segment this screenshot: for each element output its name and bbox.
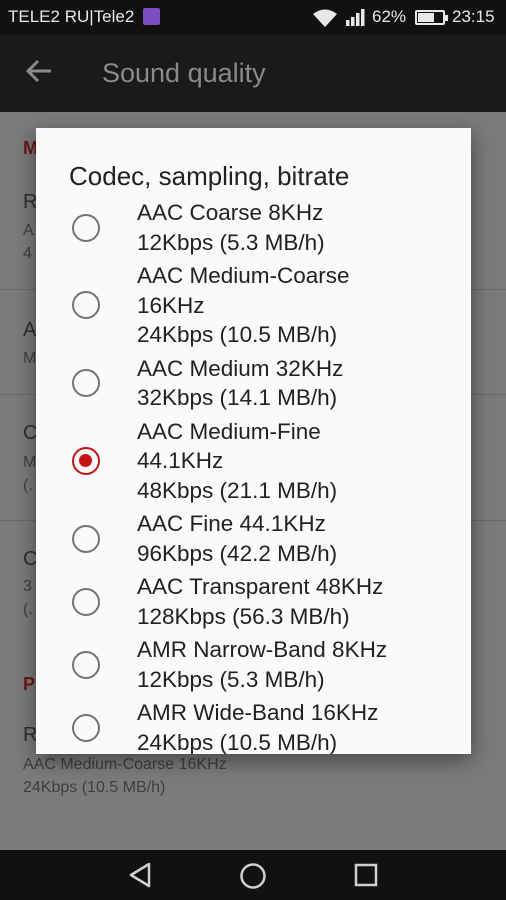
option-label: AAC Medium 32KHz 32Kbps (14.1 MB/h): [137, 355, 344, 411]
radio-option[interactable]: AAC Coarse 8KHz 12Kbps (5.3 MB/h): [36, 196, 471, 259]
radio-option[interactable]: AMR Wide-Band 16KHz 24Kbps (10.5 MB/h): [36, 696, 471, 754]
app-bar: Sound quality: [0, 34, 506, 112]
option-list[interactable]: AAC Coarse 8KHz 12Kbps (5.3 MB/h) AAC Med…: [36, 196, 471, 754]
pref-summary: 4: [23, 245, 32, 262]
radio-option[interactable]: AAC Medium 32KHz 32Kbps (14.1 MB/h): [36, 352, 471, 415]
radio-unchecked-icon[interactable]: [72, 291, 100, 320]
option-label: AAC Fine 44.1KHz 96Kbps (42.2 MB/h): [137, 511, 338, 566]
radio-option[interactable]: AAC Transparent 48KHz 128Kbps (56.3 MB/h…: [36, 570, 471, 633]
dialog-title: Codec, sampling, bitrate: [69, 161, 350, 191]
radio-unchecked-icon[interactable]: [72, 524, 100, 553]
radio-unchecked-icon[interactable]: [72, 587, 100, 616]
pref-summary: 3: [23, 578, 32, 595]
status-bar: TELE2 RU|Tele2 62% 23:15: [0, 0, 506, 34]
wifi-icon: [313, 9, 337, 27]
pref-summary: M: [23, 350, 37, 367]
page-title: Sound quality: [102, 58, 266, 88]
codec-dialog: Codec, sampling, bitrate AAC Coarse 8KHz…: [36, 128, 471, 754]
arrow-left-icon[interactable]: [24, 56, 54, 86]
battery-icon: [415, 10, 448, 25]
radio-option[interactable]: AAC Medium-Coarse 16KHz 24Kbps (10.5 MB/…: [36, 259, 471, 352]
back-triangle-icon[interactable]: [127, 862, 153, 888]
option-label: AMR Wide-Band 16KHz 24Kbps (10.5 MB/h): [137, 700, 379, 754]
home-circle-icon[interactable]: [239, 862, 267, 890]
radio-unchecked-icon[interactable]: [72, 713, 100, 742]
nav-bar: [0, 850, 506, 900]
option-label: AAC Medium-Fine 44.1KHz 48Kbps (21.1 MB/…: [137, 418, 338, 503]
clock-time: 23:15: [452, 7, 495, 26]
signal-icon: [346, 9, 365, 26]
radio-checked-icon[interactable]: [72, 446, 100, 475]
radio-option[interactable]: AMR Narrow-Band 8KHz 12Kbps (5.3 MB/h): [36, 633, 471, 696]
sim-icon: [143, 8, 160, 25]
battery-percent: 62%: [372, 7, 407, 26]
radio-option[interactable]: AAC Fine 44.1KHz 96Kbps (42.2 MB/h): [36, 507, 471, 570]
radio-unchecked-icon[interactable]: [72, 369, 100, 397]
pref-summary: M: [23, 454, 37, 471]
pref-summary: (.: [23, 601, 33, 618]
radio-unchecked-icon[interactable]: [72, 213, 100, 242]
radio-option[interactable]: AAC Medium-Fine 44.1KHz 48Kbps (21.1 MB/…: [36, 415, 471, 508]
option-label: AMR Narrow-Band 8KHz 12Kbps (5.3 MB/h): [137, 637, 388, 692]
option-label: AAC Coarse 8KHz 12Kbps (5.3 MB/h): [137, 200, 325, 255]
pref-title[interactable]: A: [23, 319, 36, 342]
option-label: AAC Medium-Coarse 16KHz 24Kbps (10.5 MB/…: [137, 263, 350, 347]
pref-summary: (.: [23, 477, 33, 494]
pref-summary: 24Kbps (10.5 MB/h): [23, 779, 166, 796]
pref-summary: A: [23, 222, 34, 239]
pref-summary: AAC Medium-Coarse 16KHz: [23, 756, 227, 773]
section-header: P: [23, 674, 36, 694]
carrier-name: TELE2 RU|Tele2: [8, 7, 135, 26]
radio-unchecked-icon[interactable]: [72, 650, 100, 679]
recents-square-icon[interactable]: [353, 862, 379, 888]
option-label: AAC Transparent 48KHz 128Kbps (56.3 MB/h…: [137, 574, 384, 629]
